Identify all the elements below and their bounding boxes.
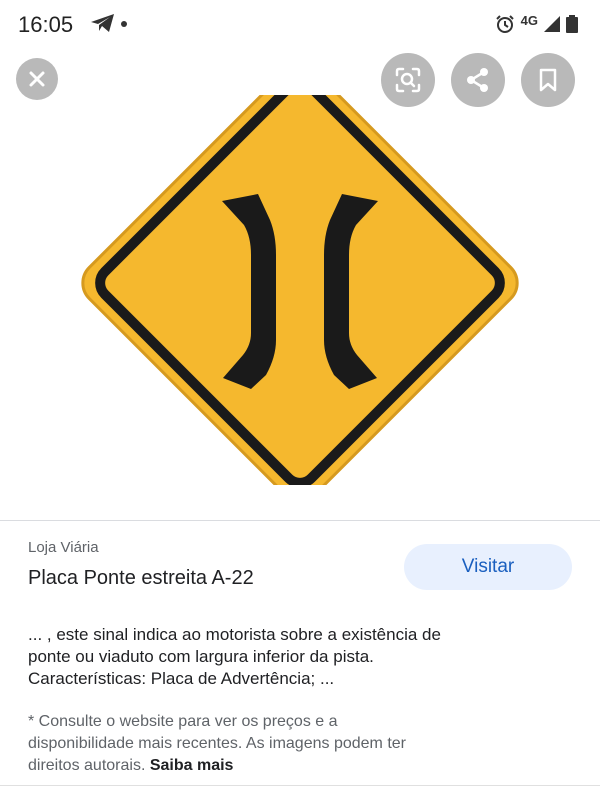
close-button[interactable] bbox=[16, 58, 58, 100]
disclaimer-line: direitos autorais. Saiba mais bbox=[28, 755, 573, 777]
disclaimer-text: direitos autorais. bbox=[28, 757, 150, 774]
alarm-icon bbox=[495, 15, 514, 33]
narrow-bridge-sign-icon bbox=[81, 64, 519, 502]
bookmark-icon bbox=[539, 68, 557, 92]
bottom-divider bbox=[0, 785, 600, 786]
telegram-icon bbox=[91, 14, 114, 32]
source-name[interactable]: Loja Viária bbox=[28, 539, 99, 556]
visit-button[interactable]: Visitar bbox=[404, 544, 572, 590]
disclaimer: * Consulte o website para ver os preços … bbox=[28, 711, 573, 777]
notification-dot-icon bbox=[121, 21, 127, 27]
disclaimer-line: disponibilidade mais recentes. As imagen… bbox=[28, 735, 406, 752]
network-type: 4G bbox=[520, 12, 538, 28]
battery-icon bbox=[566, 15, 578, 33]
result-title[interactable]: Placa Ponte estreita A-22 bbox=[28, 567, 254, 590]
status-time: 16:05 bbox=[18, 12, 74, 37]
description-line: Características: Placa de Advertência; .… bbox=[28, 669, 335, 688]
description: ... , este sinal indica ao motorista sob… bbox=[28, 624, 573, 690]
status-indicators: 4G bbox=[495, 12, 578, 36]
result-image[interactable] bbox=[0, 64, 600, 502]
disclaimer-line: * Consulte o website para ver os preços … bbox=[28, 713, 338, 730]
status-bar: 16:05 4G bbox=[0, 0, 600, 48]
learn-more-link[interactable]: Saiba mais bbox=[150, 757, 234, 774]
close-icon bbox=[29, 71, 45, 87]
description-line: ... , este sinal indica ao motorista sob… bbox=[28, 625, 441, 644]
lens-search-icon bbox=[395, 67, 421, 93]
description-line: ponte ou viaduto com largura inferior da… bbox=[28, 647, 374, 666]
share-icon bbox=[467, 68, 488, 92]
signal-icon bbox=[544, 16, 560, 32]
divider bbox=[0, 520, 600, 521]
